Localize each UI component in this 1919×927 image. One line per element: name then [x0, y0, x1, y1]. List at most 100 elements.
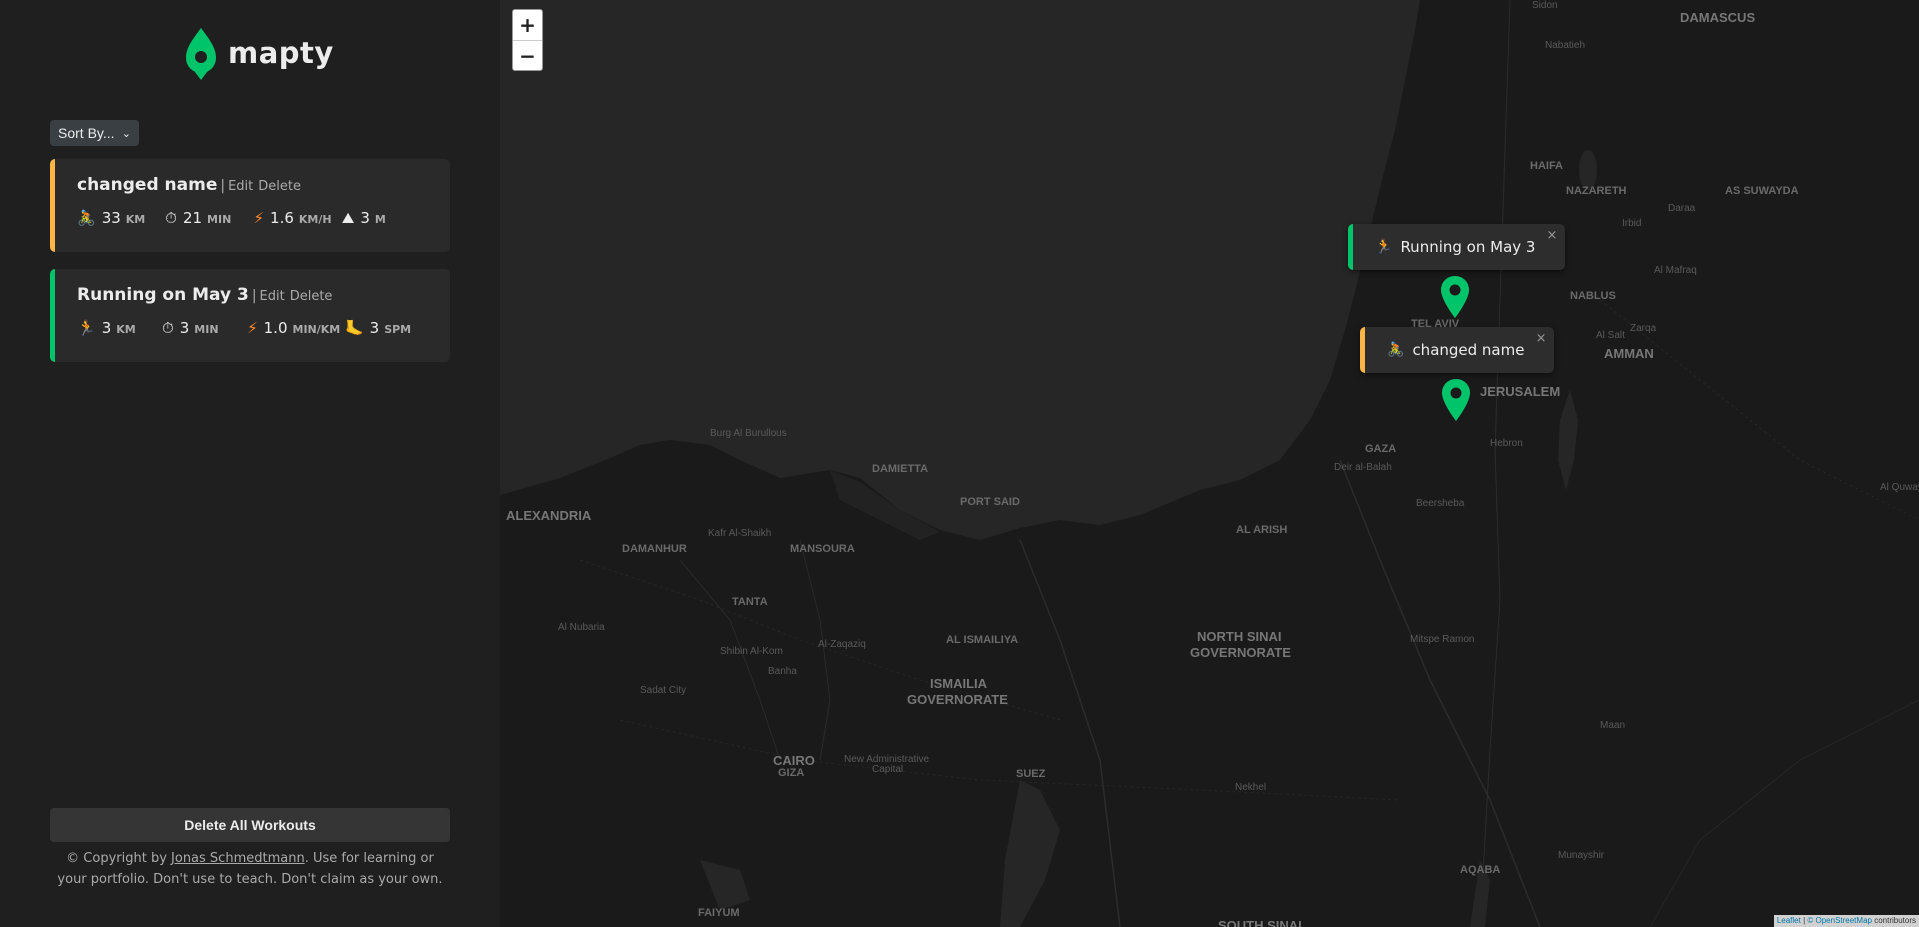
place-label: DAMIETTA: [872, 463, 929, 475]
sort-by-select[interactable]: Sort By... ⌄: [50, 120, 139, 146]
workout-edit-button[interactable]: Edit: [260, 289, 285, 304]
pace-unit: min/km: [292, 323, 341, 336]
place-label: AQABA: [1460, 864, 1501, 876]
cadence-value: 3: [369, 319, 380, 337]
running-icon: 🏃: [1375, 239, 1393, 255]
place-label: DAMANHUR: [622, 543, 687, 555]
workout-delete-button[interactable]: Delete: [258, 179, 301, 194]
place-label: JERUSALEM: [1480, 384, 1561, 399]
workout-popup-cycling[interactable]: 🚴 changed name ×: [1360, 327, 1555, 373]
map-pin-logo-icon: [186, 28, 216, 80]
workout-title: Running on May 3: [77, 285, 249, 305]
place-label: Beersheba: [1416, 498, 1465, 509]
place-label: Hebron: [1490, 438, 1523, 449]
workout-pace: ⚡ 1.0 min/km: [247, 319, 345, 337]
place-label: Deir al-Balah: [1334, 462, 1392, 473]
place-label: GOVERNORATE: [1190, 645, 1291, 660]
place-label: SOUTH SINAI: [1218, 918, 1302, 927]
place-label: DAMASCUS: [1680, 10, 1756, 25]
place-label: ISMAILIA: [930, 676, 988, 691]
place-label: Al Mafraq: [1654, 265, 1697, 276]
attribution-suffix: contributors: [1871, 916, 1916, 925]
elevation-value: 3: [360, 209, 370, 227]
chevron-down-icon: ⌄: [121, 127, 131, 140]
map-marker-icon[interactable]: [1440, 275, 1470, 319]
close-icon[interactable]: ×: [1536, 331, 1547, 346]
place-label: TANTA: [732, 596, 768, 608]
speed-value: 1.6: [270, 209, 294, 227]
popup-text: changed name: [1412, 341, 1525, 359]
place-label: Irbid: [1622, 218, 1642, 229]
place-label: NABLUS: [1570, 290, 1616, 302]
place-label: Daraa: [1668, 203, 1696, 214]
workout-popup-running[interactable]: 🏃 Running on May 3 ×: [1348, 224, 1566, 270]
speed-unit: km/h: [298, 213, 332, 226]
place-label: Banha: [768, 666, 797, 677]
cycling-icon: 🚴: [77, 209, 96, 227]
place-label: Al Nubaria: [558, 622, 605, 633]
sort-by-label: Sort By...: [58, 125, 115, 141]
place-label: GAZA: [1365, 443, 1397, 455]
place-label: Al-Zaqaziq: [818, 639, 866, 650]
copyright-prefix: © Copyright by: [66, 851, 172, 866]
place-label: AL ARISH: [1236, 524, 1288, 536]
copyright: © Copyright by Jonas Schmedtmann. Use fo…: [50, 848, 450, 890]
place-label: Al Quway: [1880, 482, 1919, 493]
delete-all-workouts-button[interactable]: Delete All Workouts: [50, 808, 450, 842]
place-label: Kafr Al-Shaikh: [708, 528, 772, 539]
pace-value: 1.0: [263, 319, 288, 337]
workout-separator: |: [220, 178, 226, 194]
workout-edit-button[interactable]: Edit: [228, 179, 253, 194]
place-label: Nabatieh: [1545, 40, 1586, 51]
workout-duration: ⏱ 21 min: [165, 209, 253, 227]
close-icon[interactable]: ×: [1547, 228, 1558, 243]
workout-speed: ⚡ 1.6 km/h: [254, 209, 342, 227]
place-label: Munayshir: [1558, 850, 1605, 861]
author-link[interactable]: Jonas Schmedtmann: [171, 851, 305, 866]
place-label: ALEXANDRIA: [506, 508, 592, 523]
place-label: Nekhel: [1235, 782, 1267, 793]
map-marker-icon[interactable]: [1441, 378, 1471, 422]
duration-unit: min: [207, 213, 232, 226]
workout-card-cycling[interactable]: changed name | Edit Delete 🚴 33 km ⏱ 21 …: [50, 159, 450, 252]
place-label: NAZARETH: [1566, 185, 1627, 197]
place-label: GIZA: [778, 767, 805, 779]
workout-elevation: ⛰ 3 m: [342, 209, 430, 227]
sidebar: mapty Sort By... ⌄ changed name | Edit D…: [0, 0, 500, 927]
place-label: Burg Al Burullous: [710, 428, 787, 439]
place-label: SUEZ: [1016, 768, 1046, 780]
place-label: Maan: [1600, 720, 1626, 731]
footprint-icon: 🦶: [344, 319, 364, 337]
place-label: Sidon: [1532, 0, 1558, 11]
workout-distance: 🚴 33 km: [77, 209, 165, 227]
distance-value: 33: [101, 209, 121, 227]
place-label: GOVERNORATE: [907, 692, 1008, 707]
distance-unit: km: [125, 213, 146, 226]
map-tiles: [500, 0, 1919, 927]
place-label: AS SUWAYDA: [1725, 185, 1799, 197]
place-label: AL ISMAILIYA: [946, 634, 1019, 646]
place-label: AMMAN: [1604, 346, 1654, 361]
place-label: Capital: [872, 764, 904, 775]
leaflet-link[interactable]: Leaflet: [1777, 916, 1801, 925]
stopwatch-icon: ⏱: [165, 209, 177, 227]
workout-card-running[interactable]: Running on May 3 | Edit Delete 🏃 3 km ⏱ …: [50, 269, 450, 362]
place-label: Shibin Al-Kom: [720, 646, 783, 657]
map[interactable]: Sidon Nabatieh DAMASCUS HAIFA NAZARETH A…: [500, 0, 1919, 927]
place-label: Sadat City: [640, 685, 687, 696]
zoom-in-button[interactable]: +: [513, 10, 542, 40]
zoom-out-button[interactable]: −: [513, 40, 542, 70]
workout-duration: ⏱ 3 min: [162, 319, 247, 337]
workout-distance: 🏃 3 km: [77, 319, 162, 337]
workout-cadence: 🦶 3 spm: [345, 319, 430, 337]
place-label: Al Salt: [1596, 330, 1625, 341]
place-label: HAIFA: [1530, 160, 1563, 172]
app-name: mapty: [228, 36, 334, 70]
logo: mapty: [184, 26, 334, 80]
duration-unit: min: [194, 323, 219, 336]
duration-value: 3: [179, 319, 190, 337]
osm-link[interactable]: © OpenStreetMap: [1807, 916, 1872, 925]
workout-delete-button[interactable]: Delete: [290, 289, 333, 304]
place-label: PORT SAID: [960, 496, 1020, 508]
popup-text: Running on May 3: [1400, 238, 1536, 256]
